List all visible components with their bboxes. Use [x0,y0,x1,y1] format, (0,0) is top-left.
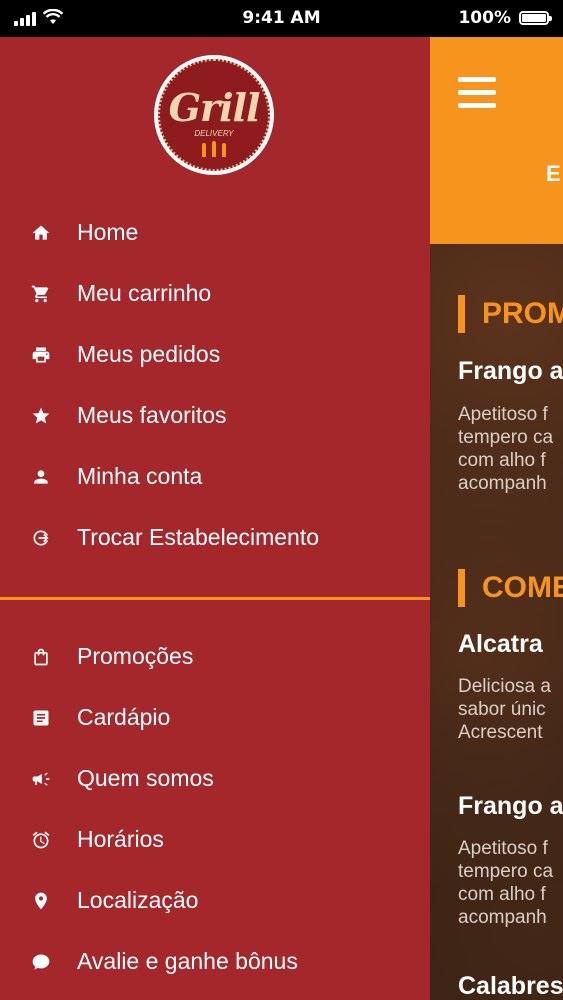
product-desc-line: Deliciosa a [458,676,551,697]
star-icon [30,405,52,427]
menu-document-icon [30,707,52,729]
megaphone-icon [30,768,52,790]
location-pin-icon [30,890,52,912]
menu-item-label: Minha conta [77,463,203,489]
section-accent-bar [458,569,465,607]
menu-item-label: Avalie e ganhe bônus [77,948,298,974]
logo-subtitle: DELIVERY [194,129,234,138]
menu-item-label: Meus favoritos [77,402,227,428]
printer-icon [30,344,52,366]
menu-item-location[interactable]: Localização [0,870,430,931]
menu-item-orders[interactable]: Meus pedidos [0,324,430,385]
section-accent-bar [458,295,465,333]
main-screen: E PROM Frango a Apetitoso f tempero ca c… [430,37,563,1000]
menu-item-rate[interactable]: Avalie e ganhe bônus [0,931,430,992]
menu-item-label: Quem somos [77,765,214,791]
logo-wordmark: Grill [168,85,261,130]
product-desc-line: tempero ca [458,427,554,448]
menu-item-label: Trocar Estabelecimento [77,524,320,550]
product-title[interactable]: Frango a [458,792,563,821]
product-desc-line: com alho f [458,884,546,905]
menu-item-label: Localização [77,887,199,913]
product-desc-line: Acrescent [458,722,543,743]
menu-divider [0,597,430,600]
secondary-menu: Promoções Cardápio Quem somos Horários L… [0,626,430,992]
section-title: PROM [482,297,563,330]
product-desc-line: com alho f [458,450,546,471]
logo-badge: Grill DELIVERY [158,59,270,171]
product-desc-line: sabor únic [458,699,546,720]
menu-item-switch-establishment[interactable]: Trocar Estabelecimento [0,507,430,568]
menu-item-label: Meus pedidos [77,341,221,367]
battery-icon [519,11,552,25]
menu-item-label: Horários [77,826,164,852]
product-desc-line: Apetitoso f [458,404,548,425]
home-icon [30,222,52,244]
menu-item-hours[interactable]: Horários [0,809,430,870]
menu-item-cart[interactable]: Meu carrinho [0,263,430,324]
switch-icon [30,527,52,549]
person-icon [30,466,52,488]
cart-icon [30,283,52,305]
product-title[interactable]: Frango a [458,357,563,386]
product-desc-line: tempero ca [458,861,554,882]
menu-item-label: Promoções [77,643,194,669]
header-title: E [546,161,561,186]
menu-item-account[interactable]: Minha conta [0,446,430,507]
menu-item-menu[interactable]: Cardápio [0,687,430,748]
alarm-clock-icon [30,829,52,851]
product-title[interactable]: Alcatra [458,630,543,659]
menu-item-label: Cardápio [77,704,171,730]
menu-item-promotions[interactable]: Promoções [0,626,430,687]
main-header: E [430,37,563,244]
menu-item-about[interactable]: Quem somos [0,748,430,809]
menu-item-label: Home [77,219,139,245]
menu-item-home[interactable]: Home [0,202,430,263]
battery-percent: 100% [458,8,511,28]
chat-bubble-icon [30,951,52,973]
hamburger-menu-icon[interactable] [458,77,496,109]
primary-menu: Home Meu carrinho Meus pedidos Meus favo… [0,202,430,568]
product-desc-line: Apetitoso f [458,838,548,859]
menu-item-label: Meu carrinho [77,280,212,306]
section-title: COME [482,571,563,604]
flames-icon [202,141,232,157]
menu-item-favorites[interactable]: Meus favoritos [0,385,430,446]
status-bar: 9:41 AM 100% [0,0,563,37]
grill-logo: Grill DELIVERY [154,55,274,175]
navigation-drawer: Grill DELIVERY Home Meu carrinho Meus pe… [0,37,430,1000]
product-title[interactable]: Calabres [458,972,563,1000]
product-desc-line: acompanh [458,473,547,494]
section-header: PROM [458,295,563,333]
section-header: COME [458,569,563,607]
product-desc-line: acompanh [458,907,547,928]
shopping-bag-icon [30,646,52,668]
